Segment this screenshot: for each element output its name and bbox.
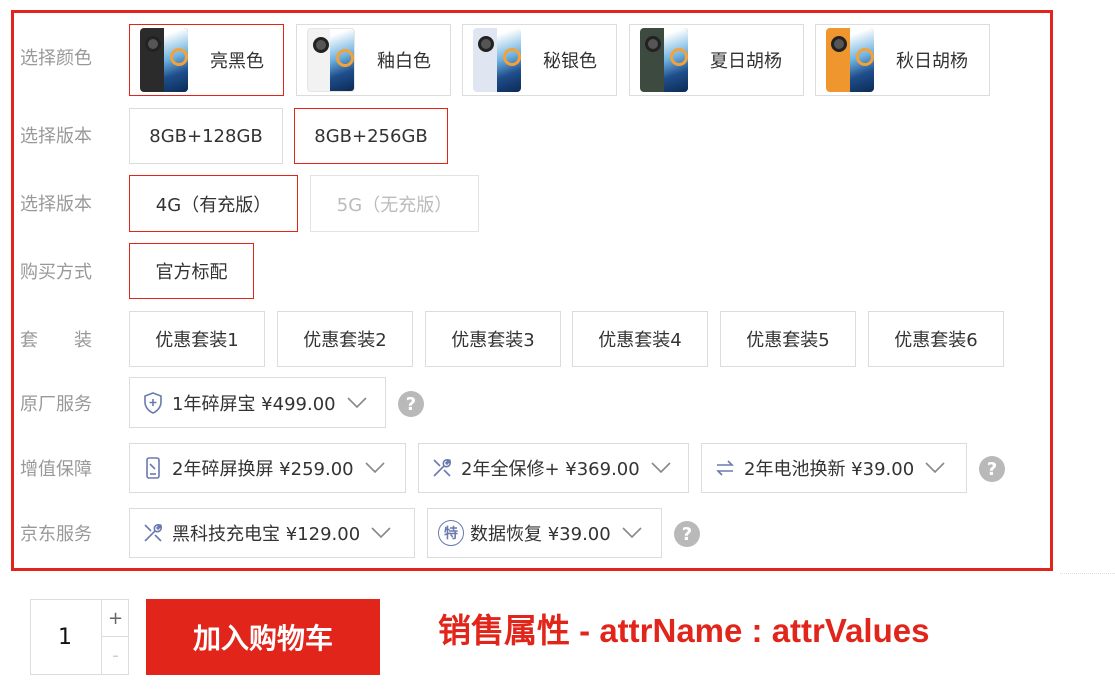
phone-thumbnail-icon: [473, 28, 521, 92]
color-option-label: 釉白色: [377, 51, 431, 72]
network-row-label: 选择版本: [20, 194, 92, 215]
color-option-summer-poplar[interactable]: 夏日胡杨: [629, 24, 804, 96]
chevron-down-icon: [364, 457, 386, 479]
memory-option-8-256[interactable]: 8GB+256GB: [294, 108, 448, 164]
bundle-option-4[interactable]: 优惠套装4: [572, 311, 708, 367]
divider: [1060, 573, 1115, 574]
phone-thumbnail-icon: [826, 28, 874, 92]
help-icon[interactable]: ?: [398, 391, 424, 417]
full-warranty-service-select[interactable]: 2年全保修+ ¥369.00: [418, 443, 689, 493]
swap-arrows-icon: [712, 455, 738, 481]
memory-option-8-128[interactable]: 8GB+128GB: [129, 108, 283, 164]
jd-service-row-label: 京东服务: [20, 524, 92, 545]
factory-service-row-label: 原厂服务: [20, 394, 92, 415]
screen-protection-service-select[interactable]: 1年碎屏宝 ¥499.00: [129, 377, 386, 428]
network-option-4g[interactable]: 4G（有充版）: [129, 175, 298, 232]
value-added-row-label: 增值保障: [20, 459, 92, 480]
phone-thumbnail-icon: [307, 28, 355, 92]
service-option-label: 1年碎屏宝 ¥499.00: [172, 393, 336, 415]
power-bank-service-select[interactable]: 黑科技充电宝 ¥129.00: [129, 508, 415, 558]
quantity-decrease-button[interactable]: -: [101, 637, 129, 674]
service-option-label: 2年碎屏换屏 ¥259.00: [172, 459, 354, 480]
memory-row-label: 选择版本: [20, 126, 92, 147]
chevron-down-icon: [650, 457, 672, 479]
bundle-option-3[interactable]: 优惠套装3: [425, 311, 561, 367]
help-icon[interactable]: ?: [979, 456, 1005, 482]
purchase-row-label: 购买方式: [20, 262, 92, 283]
color-option-silver[interactable]: 秘银色: [462, 24, 617, 96]
color-row-label: 选择颜色: [20, 48, 92, 69]
service-option-label: 数据恢复 ¥39.00: [470, 524, 611, 545]
color-option-label: 亮黑色: [210, 51, 264, 72]
service-option-label: 黑科技充电宝 ¥129.00: [172, 524, 361, 545]
chevron-down-icon: [370, 522, 392, 544]
service-option-label: 2年电池换新 ¥39.00: [744, 459, 915, 480]
quantity-increase-button[interactable]: +: [101, 600, 129, 637]
tools-icon: [140, 520, 166, 546]
phone-thumbnail-icon: [640, 28, 688, 92]
special-badge-icon: 特: [438, 520, 464, 546]
purchase-option-official[interactable]: 官方标配: [129, 243, 254, 299]
phone-thumbnail-icon: [140, 28, 188, 92]
annotation-text: 销售属性 - attrName : attrValues: [438, 612, 930, 649]
data-recovery-service-select[interactable]: 特 数据恢复 ¥39.00: [427, 508, 662, 558]
color-option-label: 秘银色: [543, 51, 597, 72]
bundle-option-2[interactable]: 优惠套装2: [277, 311, 413, 367]
color-option-glaze-white[interactable]: 釉白色: [296, 24, 451, 96]
color-option-glossy-black[interactable]: 亮黑色: [129, 24, 284, 96]
bundle-row-label: 套 装: [20, 330, 92, 351]
chevron-down-icon: [621, 522, 643, 544]
service-option-label: 2年全保修+ ¥369.00: [461, 459, 640, 480]
quantity-stepper[interactable]: 1 + -: [30, 599, 129, 675]
shield-plus-icon: [140, 390, 166, 416]
add-to-cart-button[interactable]: 加入购物车: [146, 599, 380, 675]
help-icon[interactable]: ?: [674, 521, 700, 547]
bundle-option-5[interactable]: 优惠套装5: [720, 311, 856, 367]
bundle-option-1[interactable]: 优惠套装1: [129, 311, 265, 367]
screen-replacement-service-select[interactable]: 2年碎屏换屏 ¥259.00: [129, 443, 406, 493]
chevron-down-icon: [346, 392, 368, 414]
quantity-input[interactable]: 1: [31, 600, 99, 674]
color-option-autumn-poplar[interactable]: 秋日胡杨: [815, 24, 990, 96]
battery-replacement-service-select[interactable]: 2年电池换新 ¥39.00: [701, 443, 967, 493]
network-option-5g[interactable]: 5G（无充版）: [310, 175, 479, 232]
color-option-label: 秋日胡杨: [896, 51, 968, 72]
bundle-option-6[interactable]: 优惠套装6: [868, 311, 1004, 367]
chevron-down-icon: [924, 457, 946, 479]
tools-icon: [429, 455, 455, 481]
color-option-label: 夏日胡杨: [710, 51, 782, 72]
phone-screen-icon: [140, 455, 166, 481]
